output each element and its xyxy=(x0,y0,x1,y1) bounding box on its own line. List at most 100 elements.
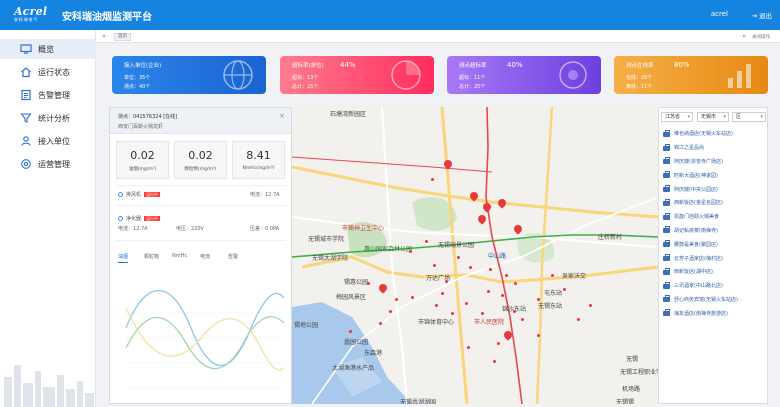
map-point-dot[interactable] xyxy=(468,265,472,269)
list-item[interactable]: 阿庆嫂(中央公园店) xyxy=(663,182,767,196)
list-item-label: 维也纳酒店(无锡火车站店) xyxy=(674,131,733,138)
list-item-label: 阿庆嫂(崇安寺广场店) xyxy=(674,158,723,165)
map-point-dot[interactable] xyxy=(464,301,468,305)
restaurant-icon xyxy=(663,171,670,179)
map-place-label: 无锡 xyxy=(626,356,639,363)
restaurant-icon xyxy=(663,157,670,165)
map-point-dot[interactable] xyxy=(432,263,436,267)
list-item-label: 西新饭店(湖中店) xyxy=(674,269,713,276)
map-point-dot[interactable] xyxy=(430,177,434,181)
map-point-dot[interactable] xyxy=(488,267,492,271)
sidebar-item-overview[interactable]: 概览 xyxy=(0,39,96,59)
chart-tab-alarm[interactable]: 告警 xyxy=(228,253,238,260)
user-name[interactable]: acrel xyxy=(711,10,728,18)
map-point-dot[interactable] xyxy=(394,297,398,301)
restaurant-icon xyxy=(663,226,670,234)
map-point-dot[interactable] xyxy=(520,317,524,321)
tab-scroll-left-icon[interactable]: « xyxy=(102,33,106,40)
logout-button[interactable]: ⇥ 退出 xyxy=(751,10,772,20)
sidebar-item-alarm[interactable]: 告警管理 xyxy=(0,85,96,105)
sidebar-item-units[interactable]: 接入单位 xyxy=(0,131,96,151)
divider xyxy=(116,185,286,186)
map-point-dot[interactable] xyxy=(408,249,412,253)
divider xyxy=(116,205,286,206)
map-point-dot[interactable] xyxy=(450,311,454,315)
sidebar-item-operations[interactable]: 运营管理 xyxy=(0,154,96,174)
tab-close-menu[interactable]: 关闭操作 xyxy=(752,34,770,40)
map-place-label: 中山路 xyxy=(488,253,507,260)
list-item[interactable]: 腰鼓是美食(聚园店) xyxy=(663,237,767,251)
map-point-dot[interactable] xyxy=(456,255,460,259)
map-view[interactable]: 石塘湾新园区 市锡神卫生中心 无锡城市学院 惠山国家森林公园 无锡瑞景公园 无锡太湖学院 中… xyxy=(292,107,658,404)
tab-home[interactable]: 首页 xyxy=(114,33,131,41)
map-point-dot[interactable] xyxy=(513,281,517,285)
map-point-dot[interactable] xyxy=(466,345,470,349)
map-point-dot[interactable] xyxy=(576,317,580,321)
map-point-dot[interactable] xyxy=(480,311,484,315)
stat-card-units[interactable]: 接入单位(企业) 单位：35个 测点：40个 xyxy=(112,56,266,94)
chart-tab-nmhc[interactable]: NmHc xyxy=(172,253,187,259)
map-place-label: 屯东站 xyxy=(544,290,563,297)
district-select[interactable]: 区 xyxy=(732,112,766,122)
map-point-dot[interactable] xyxy=(504,273,508,277)
province-select[interactable]: 江苏省 xyxy=(661,112,693,122)
map-point-dot[interactable] xyxy=(536,297,540,301)
list-item[interactable]: 三讯酒家(中山路北店) xyxy=(663,279,767,293)
brand-logo: Acrel 安科瑞电气 xyxy=(14,5,48,22)
list-item[interactable]: 舒心商务宾馆(无锡火车站店) xyxy=(663,293,767,307)
map-place-label: 梅园风景区 xyxy=(336,294,367,301)
stat-card-point-exceed[interactable]: 测点超标率 40% 超标：11个 总计：25个 xyxy=(447,56,601,94)
map-point-dot[interactable] xyxy=(348,329,352,333)
map-point-dot[interactable] xyxy=(492,359,496,363)
list-item[interactable]: 时新大酒店(神家园) xyxy=(663,168,767,182)
map-place-label: 无锡锡 xyxy=(616,399,635,404)
sidebar-item-status[interactable]: 运行状态 xyxy=(0,62,96,82)
close-icon[interactable]: × xyxy=(279,112,285,120)
list-item[interactable]: 阿庆嫂(崇安寺广场店) xyxy=(663,155,767,169)
restaurant-icon xyxy=(663,129,670,137)
list-item[interactable]: 维也纳酒店(无锡火车站店) xyxy=(663,127,767,141)
map-point-dot[interactable] xyxy=(500,293,504,297)
list-item[interactable]: 凯旋门自助火锅美食 xyxy=(663,210,767,224)
city-select[interactable]: 无锡市 xyxy=(697,112,729,122)
list-item-label: 三讯酒家(中山路北店) xyxy=(674,283,723,290)
list-item[interactable]: 西新饭店(金星名园店) xyxy=(663,196,767,210)
stat-card-online[interactable]: 测点在线率 80% 在线：20个 离线：11个 xyxy=(614,56,768,94)
sidebar-item-statistics[interactable]: 统计分析 xyxy=(0,108,96,128)
map-point-dot[interactable] xyxy=(366,281,370,285)
list-item[interactable]: 西新饭店(湖中店) xyxy=(663,265,767,279)
list-item[interactable]: 锦江之星品尚 xyxy=(663,141,767,155)
sidebar-item-label: 统计分析 xyxy=(38,113,70,123)
stat-card-unit-exceed[interactable]: 超标率(单位) 44% 超标：13个 总计：25个 xyxy=(280,56,434,94)
radio-dot-icon xyxy=(118,216,123,221)
map-point-dot[interactable] xyxy=(424,239,428,243)
list-item[interactable]: 云芳子酒家店(梅村店) xyxy=(663,251,767,265)
map-point-dot[interactable] xyxy=(512,309,516,313)
map-point-dot[interactable] xyxy=(550,273,554,277)
tab-scroll-right-icon[interactable]: » xyxy=(742,33,746,40)
map-place-label: 无锡城市学院 xyxy=(308,236,345,243)
map-point-dot[interactable] xyxy=(444,279,448,283)
map-point-dot[interactable] xyxy=(588,303,592,307)
monitor-icon xyxy=(20,43,32,55)
chart-tab-oil[interactable]: 油烟 xyxy=(118,253,129,263)
map-point-dot[interactable] xyxy=(434,303,438,307)
list-item-label: 胡记私房菜(南禅寺) xyxy=(674,227,718,234)
purifier-pressure: 压差：0.0PA xyxy=(250,226,280,232)
map-point-dot[interactable] xyxy=(536,333,540,337)
chart-tab-particulate[interactable]: 颗粒物 xyxy=(144,253,159,260)
document-icon xyxy=(20,89,32,101)
map-point-dot[interactable] xyxy=(378,321,382,325)
chart-tab-current[interactable]: 电流 xyxy=(200,253,210,260)
list-item-label: 腰鼓是美食(聚园店) xyxy=(674,241,718,248)
restaurant-icon xyxy=(663,185,670,193)
map-point-dot[interactable] xyxy=(440,291,444,295)
map-point-dot[interactable] xyxy=(388,309,392,313)
list-item[interactable]: 胡记私房菜(南禅寺) xyxy=(663,224,767,238)
list-item[interactable]: 海友酒店(南禅寺旅游店) xyxy=(663,306,767,320)
map-point-dot[interactable] xyxy=(410,295,414,299)
map-point-dot[interactable] xyxy=(496,341,500,345)
map-point-dot[interactable] xyxy=(486,289,490,293)
list-item-label: 时新大酒店(神家园) xyxy=(674,172,718,179)
map-point-dot[interactable] xyxy=(562,287,566,291)
